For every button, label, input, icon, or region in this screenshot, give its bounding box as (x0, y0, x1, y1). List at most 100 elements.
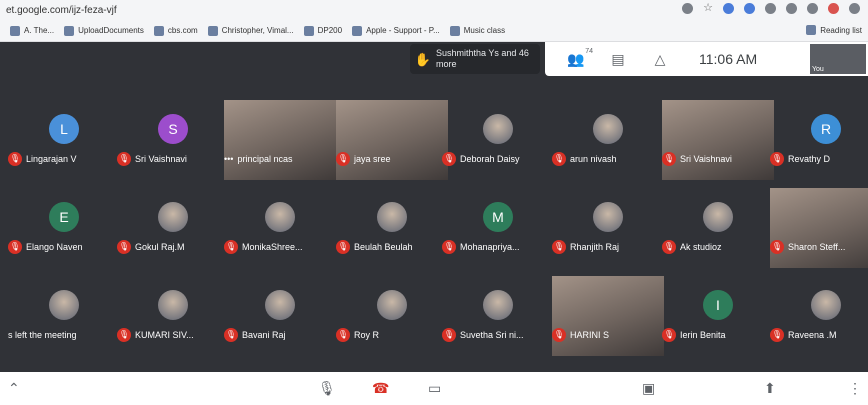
participant-tile[interactable]: ••• principal ncas (224, 100, 336, 180)
participant-video (662, 100, 774, 180)
participant-name: jaya sree (354, 154, 391, 164)
participant-label: 🎙 KUMARI SIV... (117, 328, 194, 342)
bookmark-item[interactable]: A. The... (10, 25, 54, 36)
participant-name: KUMARI SIV... (135, 330, 194, 340)
participant-name: Revathy D (788, 154, 831, 164)
participant-tile[interactable]: 🎙 Beulah Beulah (336, 188, 448, 268)
participant-tile[interactable]: 🎙 Deborah Daisy (442, 100, 554, 180)
participant-video (224, 100, 336, 180)
avatar-photo (703, 202, 733, 232)
mic-icon[interactable]: 🎙 (318, 380, 336, 397)
participant-name: Sri Vaishnavi (680, 154, 732, 164)
participant-name: Mohanapriya... (460, 242, 520, 252)
participant-name: Gokul Raj.M (135, 242, 185, 252)
participant-video (336, 100, 448, 180)
participant-label: 🎙 Suvetha Sri ni... (442, 328, 524, 342)
bookmark-item[interactable]: Apple - Support - P... (352, 25, 440, 36)
avatar-photo (377, 202, 407, 232)
end-call-icon[interactable]: ☎ (372, 380, 389, 397)
avatar-photo (811, 290, 841, 320)
participant-name: Roy R (354, 330, 380, 340)
address-bar[interactable]: et.google.com/ijz-feza-vjf ☆ (0, 0, 868, 20)
participant-tile[interactable]: 🎙 Sri Vaishnavi (662, 100, 774, 180)
bookmark-icon (449, 25, 460, 36)
reading-list-button[interactable]: Reading list (806, 25, 862, 35)
mic-off-icon: 🎙 (336, 152, 350, 166)
meeting-area: ✋ Sushmiththa Ys and 46 more 👥 74 ▤ △ 11:… (0, 42, 868, 372)
avatar: I (703, 290, 733, 320)
participant-tile[interactable]: E 🎙 Elango Naven (8, 188, 120, 268)
participant-tile[interactable]: S 🎙 Sri Vaishnavi (117, 100, 229, 180)
extension-icon[interactable] (744, 3, 755, 14)
mic-off-icon: 🎙 (662, 152, 676, 166)
meeting-clock: 11:06 AM (699, 51, 758, 67)
participant-tile[interactable]: 🎙 Roy R (336, 276, 448, 356)
captions-icon[interactable]: ▣ (642, 380, 655, 397)
avatar-photo (593, 114, 623, 144)
raised-hands-notice[interactable]: ✋ Sushmiththa Ys and 46 more (410, 44, 540, 74)
bookmark-item[interactable]: cbs.com (153, 25, 198, 36)
participant-tile[interactable]: 🎙 Sharon Steff... (770, 188, 868, 268)
participant-label: 🎙 Raveena .M (770, 328, 837, 342)
extension-icon[interactable] (723, 3, 734, 14)
mic-off-icon: 🎙 (336, 240, 350, 254)
participant-tile[interactable]: s left the meeting (8, 276, 120, 356)
bookmark-item[interactable]: UploadDocuments (64, 25, 144, 36)
participant-name: Deborah Daisy (460, 154, 520, 164)
mic-off-icon: 🎙 (442, 152, 456, 166)
participant-label: 🎙 Ierin Benita (662, 328, 726, 342)
participant-tile[interactable]: R 🎙 Revathy D (770, 100, 868, 180)
extension-icon[interactable] (765, 3, 776, 14)
bookmark-item[interactable]: DP200 (303, 25, 342, 36)
participant-tile[interactable]: 🎙 Ak studioz (662, 188, 774, 268)
participant-tile[interactable]: 🎙 arun nivash (552, 100, 664, 180)
star-icon[interactable]: ☆ (703, 3, 713, 14)
self-view[interactable]: You (810, 44, 866, 74)
screen: et.google.com/ijz-feza-vjf ☆ A. The... U… (0, 0, 868, 405)
raised-hands-text: Sushmiththa Ys and 46 more (435, 48, 529, 69)
extension-icon[interactable] (786, 3, 797, 14)
participant-tile[interactable]: 🎙 Suvetha Sri ni... (442, 276, 554, 356)
profile-icon[interactable] (828, 3, 839, 14)
participant-tile[interactable]: I 🎙 Ierin Benita (662, 276, 774, 356)
participant-tile[interactable]: 🎙 KUMARI SIV... (117, 276, 229, 356)
people-icon[interactable]: 👥 74 (565, 48, 593, 67)
present-icon[interactable]: ⬆ (764, 380, 776, 397)
participant-label: 🎙 Sri Vaishnavi (662, 152, 732, 166)
activities-icon[interactable]: △ (649, 51, 671, 67)
mic-off-icon: 🎙 (117, 240, 131, 254)
meeting-topbar: ✋ Sushmiththa Ys and 46 more 👥 74 ▤ △ 11:… (0, 42, 868, 76)
mic-off-icon: 🎙 (224, 240, 238, 254)
url-text[interactable]: et.google.com/ijz-feza-vjf (6, 5, 117, 16)
bookmark-item[interactable]: Music class (449, 25, 505, 36)
mic-off-icon: 🎙 (8, 152, 22, 166)
bookmark-item[interactable]: Christopher, Vimal... (207, 25, 294, 36)
participant-tile[interactable]: 🎙 Gokul Raj.M (117, 188, 229, 268)
participant-label: 🎙 MonikaShree... (224, 240, 303, 254)
participant-tile[interactable]: 🎙 jaya sree (336, 100, 448, 180)
participant-tile[interactable]: 🎙 MonikaShree... (224, 188, 336, 268)
participant-tile[interactable]: 🎙 Bavani Raj (224, 276, 336, 356)
participant-tile[interactable]: M 🎙 Mohanapriya... (442, 188, 554, 268)
chat-icon[interactable]: ▤ (607, 51, 629, 67)
participant-label: 🎙 Bavani Raj (224, 328, 286, 342)
mic-off-icon: 🎙 (770, 328, 784, 342)
participant-name: Sri Vaishnavi (135, 154, 187, 164)
extension-icon[interactable] (807, 3, 818, 14)
minus-icon[interactable] (682, 3, 694, 14)
participant-name: Bavani Raj (242, 330, 286, 340)
participant-tile[interactable]: 🎙 Raveena .M (770, 276, 868, 356)
participant-name: Rhanjith Raj (570, 242, 620, 252)
participant-tile[interactable]: L 🎙 Lingarajan V (8, 100, 120, 180)
camera-icon[interactable]: ▭ (428, 380, 441, 397)
participant-label: 🎙 Sri Vaishnavi (117, 152, 187, 166)
mic-off-icon: 🎙 (662, 240, 676, 254)
participant-tile[interactable]: 🎙 HARINI S (552, 276, 664, 356)
avatar-photo (483, 290, 513, 320)
more-options-icon[interactable]: ⋮ (848, 380, 862, 397)
avatar-photo (377, 290, 407, 320)
participant-tile[interactable]: 🎙 Rhanjith Raj (552, 188, 664, 268)
raise-hand-icon: ✋ (414, 51, 432, 67)
chevron-up-icon[interactable]: ⌃ (8, 380, 20, 397)
menu-icon[interactable] (849, 3, 860, 14)
